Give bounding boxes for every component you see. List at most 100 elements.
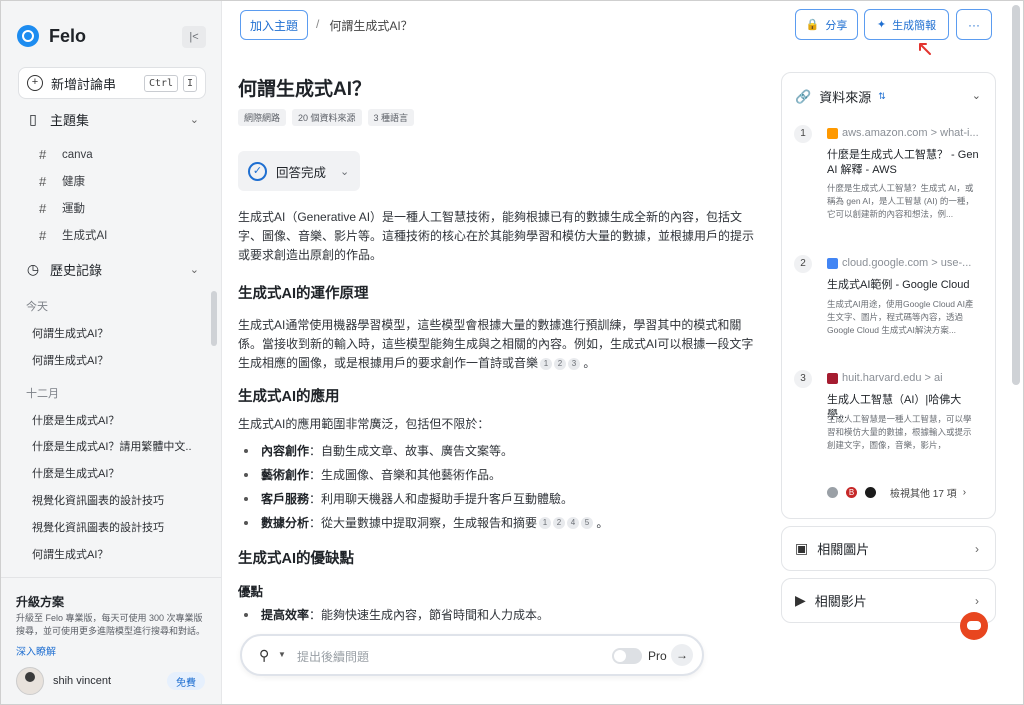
history-item[interactable]: 何謂生成式AI？ bbox=[32, 325, 192, 341]
source-item[interactable]: 2 cloud.google.com > use-... 生成式AI範例 - G… bbox=[794, 255, 984, 335]
chip-languages[interactable]: 3 種語言 bbox=[367, 109, 415, 126]
source-snippet: 生成式AI用途，使用Google Cloud AI產生文字、圖片，程式碼等內容，… bbox=[827, 299, 974, 335]
principle-paragraph: 生成式AI通常使用機器學習模型，這些模型會根據大量的數據進行預訓練，學習其中的模… bbox=[238, 318, 754, 370]
history-group-today: 今天 bbox=[26, 301, 48, 313]
history-item[interactable]: 什麼是生成式AI？ bbox=[32, 412, 192, 428]
hash-icon: # bbox=[39, 173, 47, 189]
citation[interactable]: 2 bbox=[554, 357, 567, 370]
chip-sources[interactable]: 20 個資料來源 bbox=[292, 109, 362, 126]
citation[interactable]: 1 bbox=[539, 516, 552, 529]
shortcut-key: I bbox=[183, 75, 197, 92]
list-item: 提高效率 ：能夠快速生成內容，節省時間和人力成本。 bbox=[244, 606, 549, 623]
avatar bbox=[16, 667, 44, 695]
history-section-header[interactable]: ◷ 歷史記錄 ⌄ bbox=[25, 260, 205, 279]
citation[interactable]: 5 bbox=[581, 516, 594, 529]
chip-internet[interactable]: 網際網路 bbox=[238, 109, 287, 126]
sidebar-scrollbar[interactable] bbox=[211, 291, 217, 346]
topic-item-genai[interactable]: # 生成式AI bbox=[39, 227, 107, 243]
answer-status-toggle[interactable]: ✓ 回答完成 ⌄ bbox=[238, 151, 360, 191]
plan-badge[interactable]: 免費 bbox=[167, 672, 205, 690]
felo-logo-icon bbox=[17, 25, 39, 47]
arrow-annotation-icon bbox=[919, 43, 931, 55]
share-button[interactable]: 🔒 分享 bbox=[795, 9, 858, 40]
generate-report-button[interactable]: ✦ 生成簡報 bbox=[864, 9, 949, 40]
user-profile[interactable]: shih vincent bbox=[16, 667, 111, 695]
user-name: shih vincent bbox=[53, 675, 112, 687]
citation[interactable]: 3 bbox=[568, 357, 581, 370]
chevron-down-icon: ⌄ bbox=[340, 165, 350, 178]
sources-header[interactable]: 🔗 資料來源 ⇅ bbox=[795, 87, 886, 106]
bullet-dot bbox=[244, 496, 248, 501]
list-item: 藝術創作 ：生成圖像、音樂和其他藝術作品。 bbox=[244, 466, 501, 483]
history-item[interactable]: 視覺化資訊圖表的設計技巧 bbox=[32, 519, 192, 535]
breadcrumb-separator: / bbox=[316, 17, 320, 31]
collapse-sidebar-button[interactable]: |< bbox=[182, 26, 206, 48]
source-item[interactable]: 3 huit.harvard.edu > ai 生成人工智慧（AI）|哈佛大學.… bbox=[794, 370, 984, 460]
translate-icon[interactable]: ⇅ bbox=[878, 91, 886, 102]
follow-up-input[interactable]: 提出後續問題 bbox=[297, 648, 369, 665]
citation[interactable]: 1 bbox=[540, 357, 553, 370]
follow-up-input-bar[interactable]: ⚲ ▼ 提出後續問題 Pro → bbox=[240, 634, 704, 676]
source-item[interactable]: 1 aws.amazon.com > what-i... 什麼是生成式人工智慧？… bbox=[794, 125, 984, 225]
search-icon[interactable]: ⚲ bbox=[259, 647, 269, 664]
source-domain: aws.amazon.com > what-i... bbox=[842, 127, 979, 139]
source-favicon-icon bbox=[865, 487, 876, 498]
view-more-sources-button[interactable]: B 檢視其他 17 項 › bbox=[827, 485, 966, 500]
history-item[interactable]: 什麼是生成式AI？ bbox=[32, 465, 192, 481]
link-icon: 🔗 bbox=[795, 88, 812, 104]
citation[interactable]: 2 bbox=[553, 516, 566, 529]
topic-item-exercise[interactable]: # 運動 bbox=[39, 200, 85, 216]
source-snippet: 生成人工智慧是一種人工智慧，可以學習和模仿大量的數據，根據輸入或提示創建文字，圖… bbox=[827, 414, 972, 450]
logo[interactable]: Felo bbox=[17, 25, 86, 47]
add-topic-button[interactable]: 加入主題 bbox=[240, 10, 308, 40]
pro-label: Pro bbox=[648, 649, 667, 663]
page-scrollbar[interactable] bbox=[1012, 5, 1020, 385]
topic-item-canva[interactable]: # canva bbox=[39, 147, 93, 162]
chevron-down-icon: ⌄ bbox=[189, 264, 199, 276]
learn-more-link[interactable]: 深入瞭解 bbox=[16, 643, 56, 658]
list-item-key: 內容創作 bbox=[261, 444, 310, 458]
mascot-icon[interactable] bbox=[960, 612, 988, 640]
new-thread-label: 新增討論串 bbox=[51, 76, 117, 92]
topic-label: 生成式AI bbox=[62, 230, 108, 242]
chevron-down-icon[interactable]: ▼ bbox=[278, 650, 286, 659]
history-clock-icon: ◷ bbox=[26, 261, 40, 277]
magic-wand-icon: ✦ bbox=[876, 19, 887, 31]
chevron-down-icon: ⌄ bbox=[189, 114, 199, 126]
heading-applications: 生成式AI的應用 bbox=[238, 389, 340, 405]
share-label: 分享 bbox=[825, 19, 848, 32]
upgrade-description: 升級至 Felo 專業版，每天可使用 300 次專業版搜尋，並可使用更多進階模型… bbox=[16, 613, 206, 636]
history-item[interactable]: 什麼是生成式AI？請用繁體中文... bbox=[32, 438, 192, 454]
history-item[interactable]: 視覺化資訊圖表的設計技巧 bbox=[32, 492, 192, 508]
chevron-down-icon[interactable]: ⌄ bbox=[972, 89, 981, 102]
list-item-key: 提高效率 bbox=[261, 608, 310, 622]
history-group-december: 十二月 bbox=[26, 388, 59, 400]
aws-favicon-icon bbox=[827, 128, 838, 139]
source-domain: huit.harvard.edu > ai bbox=[842, 372, 943, 384]
topic-item-health[interactable]: # 健康 bbox=[39, 173, 85, 189]
new-thread-button[interactable]: + 新增討論串 Ctrl I bbox=[18, 67, 206, 99]
topics-section-header[interactable]: ▯ 主題集 ⌄ bbox=[25, 110, 205, 129]
more-options-button[interactable]: ··· bbox=[956, 9, 992, 40]
source-number: 2 bbox=[794, 255, 812, 273]
question-title: 何謂生成式AI？ bbox=[238, 79, 372, 100]
send-arrow-icon[interactable]: → bbox=[671, 644, 693, 666]
source-snippet: 什麼是生成式人工智慧？生成式 AI，或稱為 gen AI，是人工智慧 (AI) … bbox=[827, 183, 974, 219]
image-icon: ▣ bbox=[795, 540, 809, 556]
topic-label: 運動 bbox=[62, 203, 85, 215]
plus-circle-icon: + bbox=[27, 75, 43, 91]
history-item[interactable]: 何謂生成式AI？ bbox=[32, 352, 192, 368]
upgrade-title: 升級方案 bbox=[16, 595, 65, 609]
citation[interactable]: 4 bbox=[567, 516, 580, 529]
related-images-card[interactable]: ▣ 相關圖片 › bbox=[781, 526, 996, 571]
shortcut-ctrl: Ctrl bbox=[144, 75, 178, 92]
related-videos-label: 相關影片 bbox=[814, 594, 867, 609]
history-item[interactable]: 何謂生成式AI？ bbox=[32, 546, 192, 562]
intro-paragraph: 生成式AI（Generative AI）是一種人工智慧技術，能夠根據已有的數據生… bbox=[238, 210, 755, 262]
source-title: 生成式AI範例 - Google Cloud bbox=[827, 279, 970, 291]
chevron-right-icon: › bbox=[975, 593, 979, 608]
principle-text: 生成式AI通常使用機器學習模型，這些模型會根據大量的數據進行預訓練，學習其中的模… bbox=[238, 318, 754, 370]
pro-toggle[interactable] bbox=[612, 648, 642, 664]
source-title: 什麼是生成式人工智慧？ - Gen AI 解釋 - AWS bbox=[827, 149, 979, 176]
generate-report-label: 生成簡報 bbox=[892, 19, 937, 32]
